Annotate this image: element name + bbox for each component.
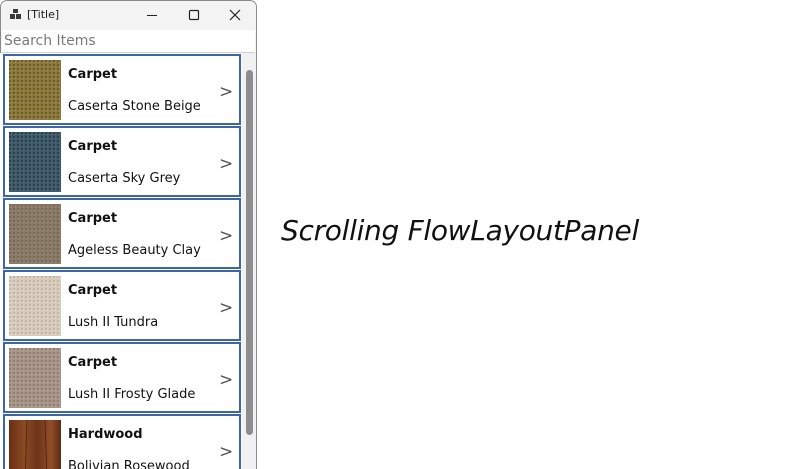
window-title: [Title]	[27, 8, 60, 21]
item-name: Ageless Beauty Clay	[68, 243, 201, 258]
chevron-right-icon[interactable]: >	[219, 226, 233, 246]
item-name: Lush II Tundra	[68, 315, 159, 330]
caption-text: Scrolling FlowLayoutPanel	[281, 214, 639, 247]
item-card[interactable]: Carpet Ageless Beauty Clay >	[3, 198, 241, 269]
item-category: Carpet	[68, 283, 118, 298]
flow-layout-panel[interactable]: Carpet Caserta Stone Beige > Carpet Case…	[0, 53, 256, 469]
carpet-swatch-image	[9, 348, 61, 408]
carpet-swatch-image	[9, 204, 61, 264]
chevron-right-icon[interactable]: >	[219, 370, 233, 390]
item-category: Hardwood	[68, 427, 143, 442]
minimize-icon	[147, 15, 157, 16]
item-card[interactable]: Carpet Lush II Frosty Glade >	[3, 342, 241, 413]
item-card[interactable]: Carpet Lush II Tundra >	[3, 270, 241, 341]
item-category: Carpet	[68, 67, 118, 82]
title-bar[interactable]: [Title]	[1, 1, 256, 29]
scrollbar-thumb[interactable]	[246, 70, 253, 435]
chevron-right-icon[interactable]: >	[219, 154, 233, 174]
item-name: Caserta Sky Grey	[68, 171, 181, 186]
item-name: Bolivian Rosewood	[68, 459, 190, 469]
item-name: Lush II Frosty Glade	[68, 387, 196, 402]
carpet-swatch-image	[9, 132, 61, 192]
maximize-icon	[188, 9, 200, 21]
chevron-right-icon[interactable]: >	[219, 82, 233, 102]
minimize-button[interactable]	[131, 1, 173, 29]
chevron-right-icon[interactable]: >	[219, 442, 233, 462]
carpet-swatch-image	[9, 276, 61, 336]
item-category: Carpet	[68, 139, 118, 154]
hardwood-swatch-image	[9, 420, 61, 469]
chevron-right-icon[interactable]: >	[219, 298, 233, 318]
item-category: Carpet	[68, 355, 118, 370]
item-card[interactable]: Hardwood Bolivian Rosewood >	[3, 414, 241, 469]
maximize-button[interactable]	[173, 1, 215, 29]
search-input[interactable]	[2, 30, 255, 53]
item-card[interactable]: Carpet Caserta Sky Grey >	[3, 126, 241, 197]
close-button[interactable]	[214, 1, 256, 29]
item-card[interactable]: Carpet Caserta Stone Beige >	[3, 54, 241, 125]
carpet-swatch-image	[9, 60, 61, 120]
close-icon	[229, 9, 241, 21]
app-windows-icon	[10, 9, 21, 19]
item-name: Caserta Stone Beige	[68, 99, 201, 114]
item-category: Carpet	[68, 211, 118, 226]
